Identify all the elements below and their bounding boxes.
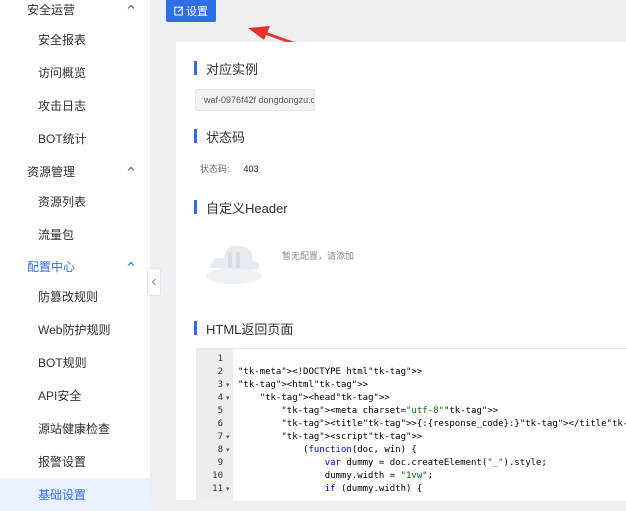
sidebar-item-label: API安全: [38, 389, 82, 403]
sidebar-item-label: 基础设置: [38, 488, 87, 502]
sidebar-item-anti-tamper[interactable]: 防篡改规则: [0, 280, 150, 313]
settings-button[interactable]: 设置: [166, 0, 216, 22]
edit-icon: [174, 6, 184, 16]
code-line: (function(doc, win) {: [238, 445, 417, 455]
empty-state-text: 暂无配置，请添加: [282, 251, 355, 261]
status-code-value: 403: [243, 164, 259, 174]
sidebar-group-resource-mgmt[interactable]: 资源管理: [0, 155, 150, 188]
chevron-left-icon: [151, 278, 156, 286]
line-number: 2: [217, 367, 223, 377]
sidebar-item-label: Web防护规则: [38, 323, 111, 337]
sidebar-item-basic-settings[interactable]: 基础设置: [0, 478, 150, 511]
section-title-text: 对应实例: [206, 61, 259, 77]
editor-gutter: 1 2 3 ▾ 4 ▾ 5 6 7 ▾ 8 ▾ 9 10 11 ▾: [196, 349, 233, 501]
section-title-html-page: HTML返回页面: [194, 319, 293, 337]
line-number: 4: [217, 393, 223, 403]
sidebar-item-attack-log[interactable]: 攻击日志: [0, 89, 150, 122]
sidebar-item-label: 访问概览: [38, 66, 87, 80]
empty-state-icon: [206, 245, 262, 284]
chevron-up-icon: [127, 4, 135, 9]
title-accent-bar: [194, 61, 197, 75]
sidebar-item-security-report[interactable]: 安全报表: [0, 23, 150, 56]
code-line: "tk-meta"><!DOCTYPE html"tk-tag">>: [238, 367, 423, 377]
sidebar-item-bot-rules[interactable]: BOT规则: [0, 346, 150, 379]
sidebar-item-label: 流量包: [38, 228, 75, 242]
section-title-custom-header: 自定义Header: [194, 198, 288, 216]
line-number: 10: [212, 471, 223, 481]
code-line: "tk-tag"><head"tk-tag">>: [259, 393, 390, 403]
fold-toggle-icon[interactable]: ▾: [226, 379, 230, 392]
code-line: dummy.width = "1vw";: [238, 471, 434, 481]
line-number: 5: [217, 406, 223, 416]
line-number: 8: [217, 445, 223, 455]
sidebar-collapse-toggle[interactable]: [147, 268, 161, 296]
code-line: var dummy = doc.createElement("_").style…: [324, 458, 547, 468]
title-accent-bar: [194, 321, 197, 335]
line-number: 11: [212, 484, 223, 494]
line-number: 1: [217, 354, 223, 364]
sidebar-group-config-center[interactable]: 配置中心: [0, 250, 150, 283]
code-line: "tk-tag"><meta charset="utf-8""tk-tag">>: [281, 406, 499, 416]
code-line: "tk-tag"><html"tk-tag">>: [238, 380, 369, 390]
sidebar-item-origin-health[interactable]: 源站健康检查: [0, 412, 150, 445]
instance-chip: waf-0976f42f dongdongzu.c: [195, 89, 315, 111]
code-line: if (dummy.width) {: [324, 484, 423, 494]
sidebar-item-bot-stats[interactable]: BOT统计: [0, 122, 150, 155]
line-number: 9: [217, 458, 223, 468]
settings-panel: 对应实例 waf-0976f42f dongdongzu.c 状态码 状态码: 4…: [176, 42, 626, 501]
sidebar-item-label: 报警设置: [38, 455, 87, 469]
section-title-status-code: 状态码: [194, 127, 245, 145]
sidebar-item-alert-settings[interactable]: 报警设置: [0, 445, 150, 478]
sidebar-item-label: 攻击日志: [38, 99, 87, 113]
code-editor[interactable]: 1 2 3 ▾ 4 ▾ 5 6 7 ▾ 8 ▾ 9 10 11 ▾ "tk-meta"><!DOCTYPE h…: [196, 348, 626, 501]
line-number: 3: [217, 380, 223, 390]
status-code-row: 状态码: 403: [200, 162, 259, 175]
sidebar-item-label: 资源列表: [38, 195, 87, 209]
sidebar-item-label: 安全报表: [38, 33, 87, 47]
fold-toggle-icon[interactable]: ▾: [226, 392, 230, 405]
chevron-up-icon: [127, 261, 135, 266]
settings-button-label: 设置: [186, 6, 208, 18]
section-title-text: HTML返回页面: [206, 321, 294, 337]
sidebar-item-label: BOT规则: [38, 356, 87, 370]
title-accent-bar: [194, 200, 197, 214]
section-title-text: 状态码: [206, 129, 246, 145]
fold-toggle-icon[interactable]: ▾: [226, 483, 230, 496]
line-number: 7: [217, 432, 223, 442]
status-code-label: 状态码:: [200, 164, 230, 174]
sidebar-item-web-protection[interactable]: Web防护规则: [0, 313, 150, 346]
sidebar-item-access-overview[interactable]: 访问概览: [0, 56, 150, 89]
fold-toggle-icon[interactable]: ▾: [226, 444, 230, 457]
sidebar-item-label: 防篡改规则: [38, 290, 99, 304]
sidebar: 安全运营 安全报表 访问概览 攻击日志 BOT统计 资源管理 资源列表 流量包 …: [0, 0, 151, 511]
sidebar-group-label: 配置中心: [27, 260, 76, 274]
section-title-instance: 对应实例: [194, 59, 258, 77]
chevron-up-icon: [127, 166, 135, 171]
sidebar-item-traffic-pack[interactable]: 流量包: [0, 218, 150, 251]
line-number: 6: [217, 419, 223, 429]
sidebar-item-api-security[interactable]: API安全: [0, 379, 150, 412]
code-line: "tk-tag"><script"tk-tag">>: [281, 432, 423, 442]
title-accent-bar: [194, 129, 197, 143]
sidebar-item-label: BOT统计: [38, 132, 87, 146]
fold-toggle-icon[interactable]: ▾: [226, 431, 230, 444]
sidebar-item-label: 源站健康检查: [38, 422, 111, 436]
sidebar-group-label: 安全运营: [27, 3, 76, 17]
code-line: "tk-tag"><title"tk-tag">>{:{response_cod…: [281, 419, 626, 429]
sidebar-group-label: 资源管理: [27, 165, 76, 179]
sidebar-item-resource-list[interactable]: 资源列表: [0, 185, 150, 218]
section-title-text: 自定义Header: [206, 200, 288, 216]
